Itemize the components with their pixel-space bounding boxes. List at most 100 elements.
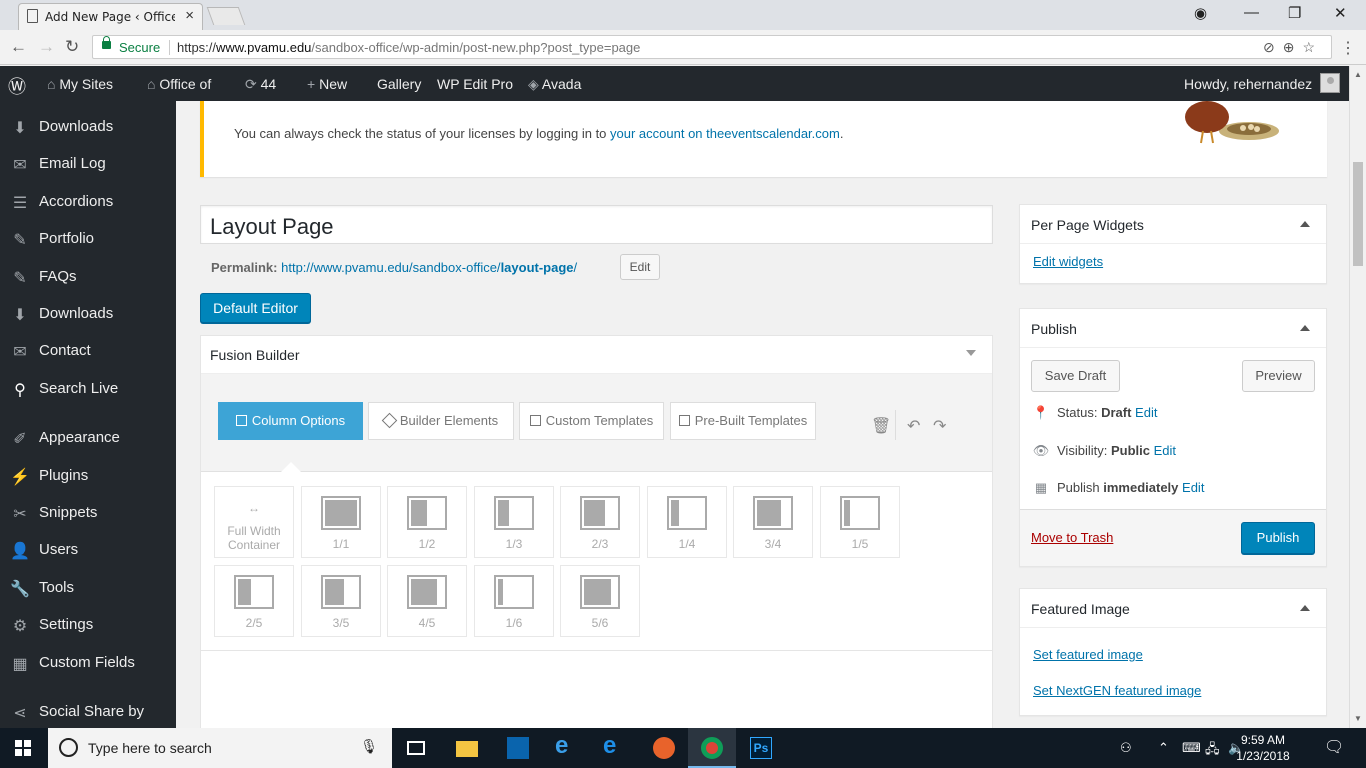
chrome-icon[interactable] [688,728,736,768]
fusion-builder-header[interactable]: Fusion Builder [201,336,992,374]
sidebar-item-downloads-2[interactable]: ⬇ Downloads [0,296,176,332]
redo-icon[interactable]: ↷ [933,416,946,436]
events-calendar-account-link[interactable]: your account on theeventscalendar.com [610,126,840,141]
howdy-user[interactable]: Howdy, rehernandez [1184,76,1312,92]
post-title-input[interactable]: Layout Page [200,205,993,244]
default-editor-button[interactable]: Default Editor [200,293,311,323]
zoom-icon[interactable]: ⊕ [1283,39,1303,55]
minimize-icon[interactable]: — [1244,4,1259,21]
column-option-1-2[interactable]: 1/2 [387,486,467,558]
url-input[interactable]: Secure https://www.pvamu.edu/sandbox-off… [92,35,1332,59]
network-icon[interactable]: 🖧 [1205,740,1220,762]
internet-explorer-icon[interactable]: e [542,728,590,768]
edit-status-link[interactable]: Edit [1135,405,1157,420]
gallery-menu[interactable]: Gallery [377,76,421,92]
task-view-icon[interactable] [392,728,440,768]
sidebar-item-portfolio[interactable]: ✎ Portfolio [0,221,176,257]
undo-icon[interactable]: ↶ [907,416,920,436]
page-scrollbar[interactable]: ▲ ▼ [1349,66,1366,728]
sidebar-item-faqs[interactable]: ✎ FAQs [0,259,176,295]
column-option-1-1[interactable]: 1/1 [301,486,381,558]
sidebar-item-snippets[interactable]: ✂ Snippets [0,495,176,531]
back-icon[interactable]: ← [10,37,27,57]
column-option-1-4[interactable]: 1/4 [647,486,727,558]
column-option-1-5[interactable]: 1/5 [820,486,900,558]
scroll-up-icon[interactable]: ▲ [1354,70,1362,79]
action-center-icon[interactable]: 🗨 [1324,737,1344,757]
tray-overflow-icon[interactable]: ⌃ [1158,740,1169,756]
collapse-caret-icon[interactable] [1300,605,1310,611]
tab-pre-built-templates[interactable]: Pre-Built Templates [670,402,816,440]
tab-column-options[interactable]: Column Options [218,402,363,440]
move-to-trash-link[interactable]: Move to Trash [1031,530,1113,545]
firefox-icon[interactable] [640,728,688,768]
new-tab-button[interactable] [206,7,246,25]
sidebar-item-settings[interactable]: ⚙ Settings [0,607,176,643]
avada-menu[interactable]: ◈ Avada [528,76,581,93]
sidebar-item-search-live[interactable]: ⚲ Search Live [0,371,176,407]
edit-visibility-link[interactable]: Edit [1154,443,1176,458]
browser-menu-icon[interactable]: ⋮ [1340,38,1356,58]
sidebar-item-tools[interactable]: 🔧 Tools [0,570,176,606]
taskbar-search-input[interactable]: Type here to search 🎙 [48,728,392,768]
sidebar-item-social-share[interactable]: ⋖ Social Share by [0,694,176,728]
sidebar-item-custom-fields[interactable]: ▦ Custom Fields [0,645,176,681]
save-draft-button[interactable]: Save Draft [1031,360,1120,392]
collapse-caret-icon[interactable] [1300,221,1310,227]
sidebar-item-email-log[interactable]: ✉ Email Log [0,146,176,182]
photoshop-icon[interactable]: Ps [737,728,785,768]
collapse-caret-icon[interactable] [966,350,976,356]
my-sites-menu[interactable]: ⌂ My Sites [47,76,113,92]
sidebar-item-accordions[interactable]: ☰ Accordions [0,184,176,220]
updates-menu[interactable]: ⟳ 44 [245,76,276,93]
tab-custom-templates[interactable]: Custom Templates [519,402,664,440]
restore-icon[interactable]: ❐ [1288,4,1301,22]
input-method-icon[interactable]: ⌨ [1182,740,1201,756]
close-tab-icon[interactable]: × [185,7,194,24]
column-option-1-3[interactable]: 1/3 [474,486,554,558]
edit-publish-date-link[interactable]: Edit [1182,480,1204,495]
edge-icon[interactable]: e [590,728,638,768]
scroll-down-icon[interactable]: ▼ [1354,714,1362,723]
tab-builder-elements[interactable]: Builder Elements [368,402,514,440]
set-featured-image-link[interactable]: Set featured image [1033,647,1143,662]
trash-icon[interactable]: 🗑 [871,416,891,436]
column-full-width-container[interactable]: ↔ Full Width Container [214,486,294,558]
site-name-menu[interactable]: ⌂ Office of [147,76,211,92]
column-option-3-4[interactable]: 3/4 [733,486,813,558]
blocked-icon[interactable]: ⊘ [1263,39,1283,55]
publish-header[interactable]: Publish [1020,309,1326,348]
windows-start-icon[interactable] [15,740,31,756]
edit-widgets-link[interactable]: Edit widgets [1033,254,1103,269]
taskbar-clock[interactable]: 9:59 AM 1/23/2018 [1230,732,1296,764]
browser-tab[interactable]: Add New Page ‹ Office o × [18,3,203,30]
collapse-caret-icon[interactable] [1300,325,1310,331]
microphone-icon[interactable]: 🎙 [360,738,378,755]
featured-image-header[interactable]: Featured Image [1020,589,1326,628]
avatar[interactable] [1320,73,1340,93]
reload-icon[interactable]: ↻ [65,37,79,57]
sidebar-item-downloads[interactable]: ⬇ Downloads [0,109,176,145]
wordpress-logo-icon[interactable]: Ⓦ [8,73,26,99]
permalink-url[interactable]: http://www.pvamu.edu/sandbox-office/layo… [281,260,577,275]
wp-edit-pro-menu[interactable]: WP Edit Pro [437,76,513,92]
sidebar-item-users[interactable]: 👤 Users [0,532,176,568]
new-content-menu[interactable]: + New [307,76,347,92]
publish-button[interactable]: Publish [1241,522,1315,554]
column-option-2-5[interactable]: 2/5 [214,565,294,637]
permalink-edit-button[interactable]: Edit [620,254,660,280]
column-option-3-5[interactable]: 3/5 [301,565,381,637]
sidebar-item-contact[interactable]: ✉ Contact [0,333,176,369]
outlook-icon[interactable] [494,728,542,768]
people-icon[interactable]: ⚇ [1120,740,1132,756]
column-option-1-6[interactable]: 1/6 [474,565,554,637]
sidebar-item-plugins[interactable]: ⚡ Plugins [0,458,176,494]
column-option-4-5[interactable]: 4/5 [387,565,467,637]
bookmark-star-icon[interactable]: ☆ [1302,39,1323,55]
column-option-5-6[interactable]: 5/6 [560,565,640,637]
forward-icon[interactable]: → [38,37,55,57]
close-window-icon[interactable]: ✕ [1334,4,1347,22]
preview-button[interactable]: Preview [1242,360,1315,392]
column-option-2-3[interactable]: 2/3 [560,486,640,558]
per-page-widgets-header[interactable]: Per Page Widgets [1020,205,1326,244]
